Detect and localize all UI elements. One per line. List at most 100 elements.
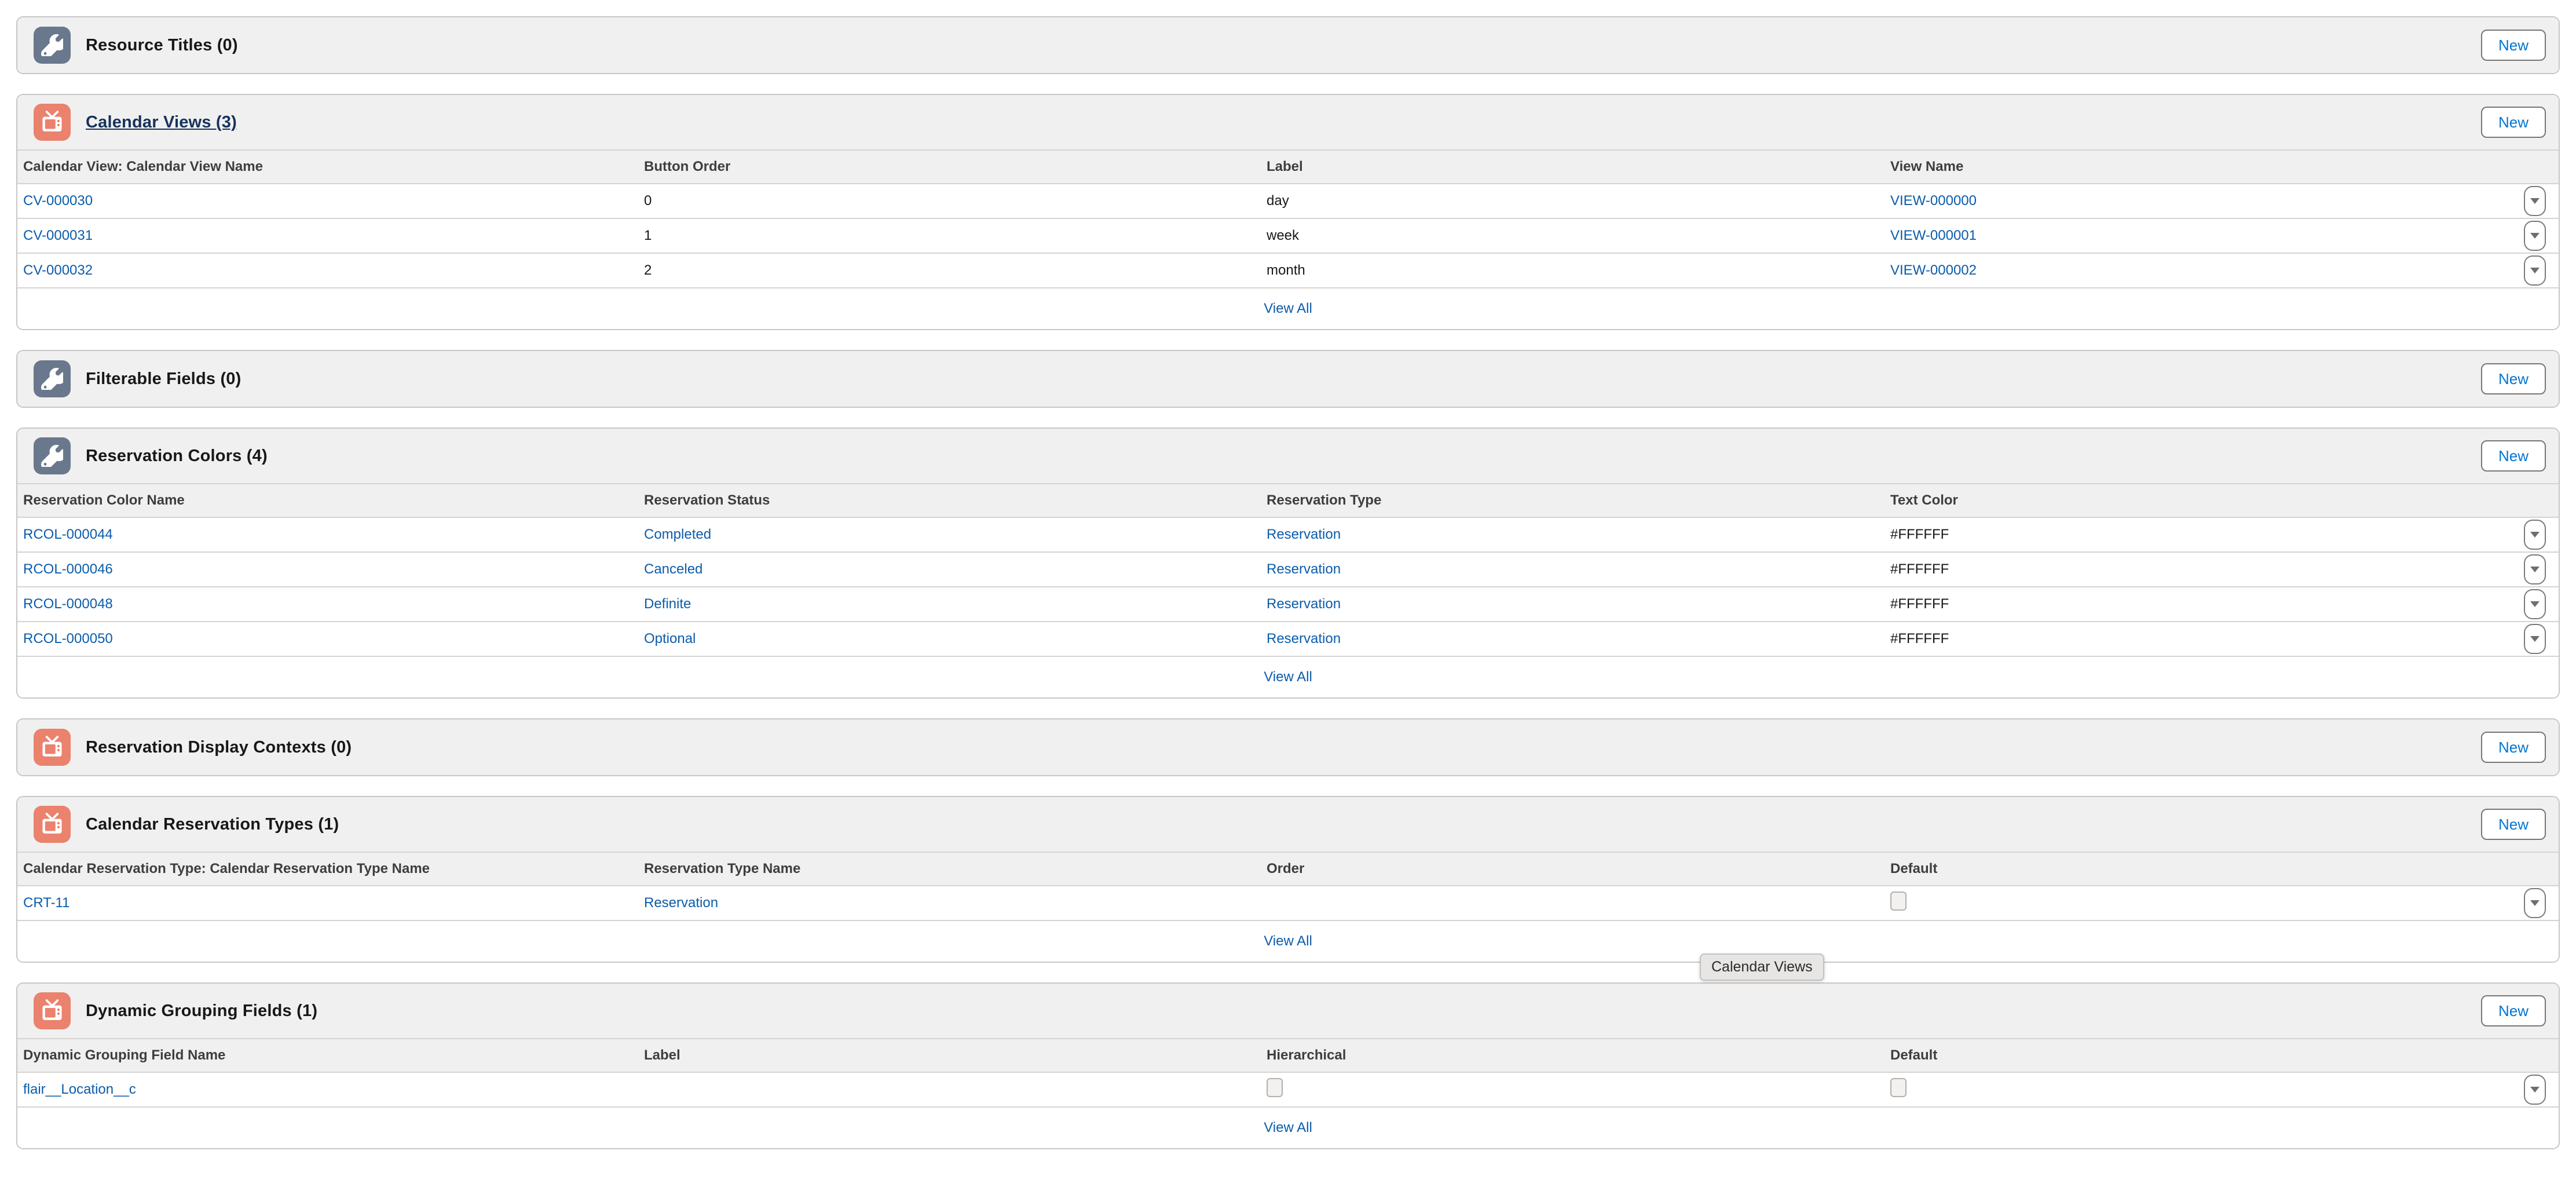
tv-icon: [34, 104, 71, 141]
view-all-row: View All: [17, 921, 2559, 962]
type-name-link[interactable]: Reservation: [644, 895, 718, 911]
column-header: Label: [644, 1047, 1267, 1064]
new-button[interactable]: New: [2481, 995, 2546, 1026]
column-header: Reservation Color Name: [23, 492, 644, 509]
tv-icon: [34, 729, 71, 766]
row-actions-button[interactable]: [2524, 255, 2546, 286]
view-name-link[interactable]: VIEW-000002: [1890, 262, 1977, 278]
cell-label: day: [1267, 193, 1890, 209]
status-link[interactable]: Canceled: [644, 561, 702, 577]
table-row: CRT-11 Reservation: [17, 886, 2559, 921]
column-header: Reservation Type: [1267, 492, 1890, 509]
status-link[interactable]: Optional: [644, 631, 696, 646]
new-button[interactable]: New: [2481, 363, 2546, 394]
record-link[interactable]: RCOL-000044: [23, 527, 113, 543]
row-actions-button[interactable]: [2524, 554, 2546, 584]
row-actions-button[interactable]: [2524, 520, 2546, 550]
table-header-row: Calendar Reservation Type: Calendar Rese…: [17, 853, 2559, 886]
table-row: CV-000030 0 day VIEW-000000: [17, 184, 2559, 219]
table-header-row: Calendar View: Calendar View Name Button…: [17, 151, 2559, 184]
view-all-link[interactable]: View All: [1264, 933, 1312, 949]
row-actions-button[interactable]: [2524, 589, 2546, 619]
cell-label: month: [1267, 262, 1890, 279]
chevron-down-icon: [2530, 268, 2540, 273]
row-actions-button[interactable]: [2524, 624, 2546, 654]
table-row: CV-000032 2 month VIEW-000002: [17, 254, 2559, 288]
hierarchical-checkbox[interactable]: [1267, 1078, 1283, 1097]
default-checkbox[interactable]: [1890, 1078, 1907, 1097]
record-link[interactable]: CV-000031: [23, 228, 93, 244]
type-link[interactable]: Reservation: [1267, 596, 1341, 612]
card-title: Reservation Display Contexts (0): [86, 738, 352, 757]
card-dynamic-grouping-fields: Dynamic Grouping Fields (1) New Dynamic …: [16, 982, 2560, 1149]
view-all-row: View All: [17, 288, 2559, 329]
card-calendar-reservation-types: Calendar Reservation Types (1) New Calen…: [16, 796, 2560, 963]
new-button[interactable]: New: [2481, 30, 2546, 61]
card-filterable-fields: Filterable Fields (0) New: [16, 350, 2560, 408]
cell-button-order: 0: [644, 193, 1267, 209]
tooltip-calendar-views: Calendar Views: [1700, 953, 1824, 981]
view-name-link[interactable]: VIEW-000001: [1890, 228, 1977, 243]
card-title: Reservation Colors (4): [86, 447, 268, 466]
row-actions-button[interactable]: [2524, 1075, 2546, 1105]
table-header-row: Dynamic Grouping Field Name Label Hierar…: [17, 1039, 2559, 1073]
status-link[interactable]: Completed: [644, 527, 711, 542]
row-actions-button[interactable]: [2524, 888, 2546, 918]
card-title: Resource Titles (0): [86, 36, 238, 55]
cell-button-order: 2: [644, 262, 1267, 279]
record-link[interactable]: CV-000032: [23, 262, 93, 279]
table-row: RCOL-000050 Optional Reservation #FFFFFF: [17, 622, 2559, 657]
chevron-down-icon: [2530, 636, 2540, 642]
column-header: Order: [1267, 861, 1890, 877]
cell-button-order: 1: [644, 228, 1267, 244]
view-all-row: View All: [17, 1108, 2559, 1148]
row-actions-button[interactable]: [2524, 186, 2546, 216]
record-link[interactable]: CRT-11: [23, 895, 69, 911]
view-all-link[interactable]: View All: [1264, 1120, 1312, 1136]
column-header: Hierarchical: [1267, 1047, 1890, 1064]
column-header: Calendar Reservation Type: Calendar Rese…: [23, 861, 644, 877]
table-row: flair__Location__c: [17, 1073, 2559, 1108]
card-header: Filterable Fields (0) New: [17, 351, 2559, 407]
row-actions-button[interactable]: [2524, 221, 2546, 251]
card-title-link[interactable]: Calendar Views (3): [86, 113, 237, 132]
new-button[interactable]: New: [2481, 440, 2546, 472]
column-header: View Name: [1890, 159, 2490, 175]
view-name-link[interactable]: VIEW-000000: [1890, 193, 1977, 209]
column-header: Default: [1890, 861, 2490, 877]
view-all-link[interactable]: View All: [1264, 669, 1312, 685]
new-button[interactable]: New: [2481, 732, 2546, 763]
record-link[interactable]: RCOL-000050: [23, 631, 113, 647]
record-link[interactable]: flair__Location__c: [23, 1082, 136, 1098]
cell-text-color: #FFFFFF: [1890, 527, 2490, 543]
default-checkbox[interactable]: [1890, 892, 1907, 911]
wrench-icon: [34, 360, 71, 397]
type-link[interactable]: Reservation: [1267, 561, 1341, 577]
card-reservation-display-contexts: Reservation Display Contexts (0) New: [16, 718, 2560, 776]
new-button[interactable]: New: [2481, 107, 2546, 138]
column-header: Button Order: [644, 159, 1267, 175]
table-row: RCOL-000048 Definite Reservation #FFFFFF: [17, 587, 2559, 622]
tv-icon: [34, 992, 71, 1029]
record-link[interactable]: RCOL-000046: [23, 561, 113, 578]
tv-icon: [34, 806, 71, 843]
cell-text-color: #FFFFFF: [1890, 596, 2490, 612]
chevron-down-icon: [2530, 1087, 2540, 1093]
type-link[interactable]: Reservation: [1267, 631, 1341, 646]
column-header: Reservation Type Name: [644, 861, 1267, 877]
record-link[interactable]: RCOL-000048: [23, 596, 113, 612]
chevron-down-icon: [2530, 198, 2540, 204]
type-link[interactable]: Reservation: [1267, 527, 1341, 542]
table-row: RCOL-000046 Canceled Reservation #FFFFFF: [17, 553, 2559, 587]
view-all-link[interactable]: View All: [1264, 301, 1312, 317]
card-title: Calendar Reservation Types (1): [86, 815, 339, 834]
column-header: Default: [1890, 1047, 2490, 1064]
table-row: CV-000031 1 week VIEW-000001: [17, 219, 2559, 254]
chevron-down-icon: [2530, 532, 2540, 538]
card-resource-titles: Resource Titles (0) New: [16, 16, 2560, 74]
record-link[interactable]: CV-000030: [23, 193, 93, 209]
new-button[interactable]: New: [2481, 809, 2546, 840]
chevron-down-icon: [2530, 567, 2540, 572]
card-header: Calendar Reservation Types (1) New: [17, 797, 2559, 853]
status-link[interactable]: Definite: [644, 596, 691, 612]
